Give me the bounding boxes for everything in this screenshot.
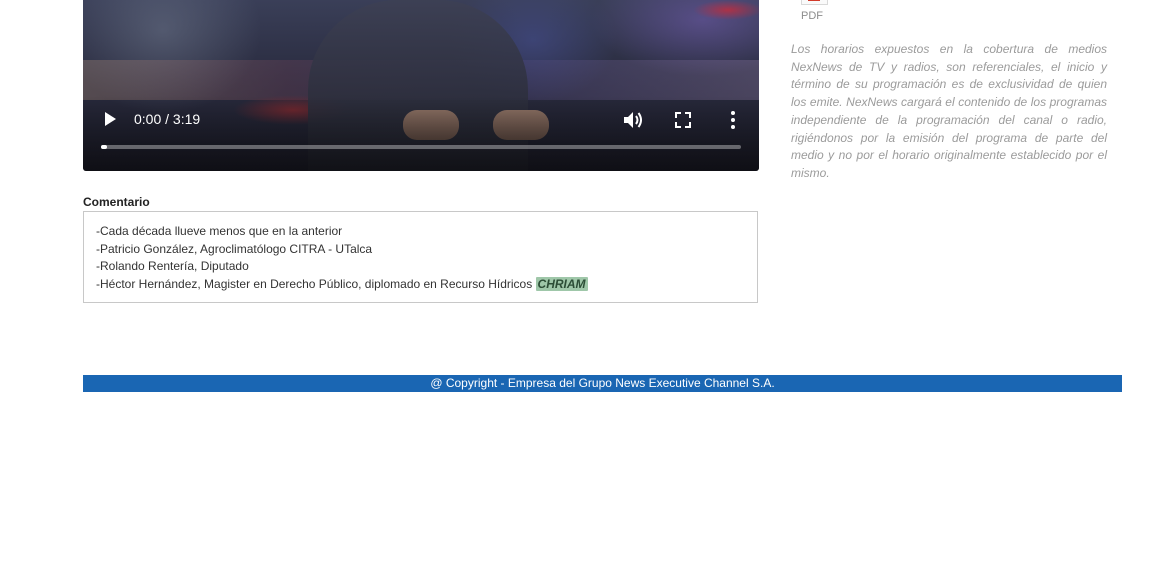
schedule-notice: Los horarios expuestos en la cobertura d… [791,42,1107,180]
play-icon[interactable] [101,110,119,128]
pdf-label: PDF [801,10,823,22]
fullscreen-icon[interactable] [674,111,692,129]
video-time-label: 0:00 / 3:19 [134,111,201,127]
pdf-download-link[interactable]: PDF [801,0,831,26]
video-player[interactable]: 0:00 / 3:19 [83,0,759,171]
video-progress-fill [101,145,107,149]
highlight-tag: CHRIAM [535,276,588,291]
pdf-icon [801,0,828,5]
comment-title: Comentario [83,195,150,209]
volume-icon[interactable] [622,110,644,130]
video-controls-overlay [83,96,759,171]
comment-line: -Rolando Rentería, Diputado [96,259,249,274]
video-progress-bar[interactable] [101,145,741,149]
comment-line: -Patricio González, Agroclimatólogo CITR… [96,241,373,256]
comment-line: -Héctor Hernández, Magister en Derecho P… [96,276,588,291]
footer-copyright: @ Copyright - Empresa del Grupo News Exe… [83,375,1122,392]
more-options-icon[interactable] [726,109,740,131]
comment-line: -Cada década llueve menos que en la ante… [96,224,343,238]
comment-box: -Cada década llueve menos que en la ante… [83,211,758,303]
video-frame-light-2 [693,0,759,20]
